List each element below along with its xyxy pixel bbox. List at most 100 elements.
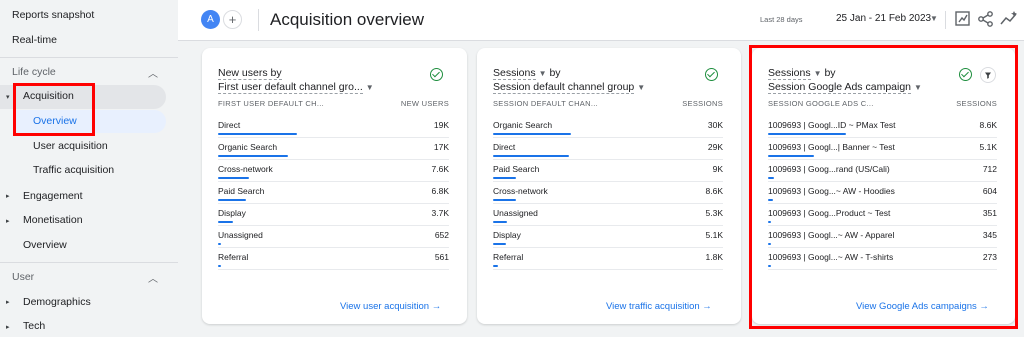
- demographics-expand-icon[interactable]: ▸: [6, 298, 10, 306]
- section-user: User: [12, 271, 35, 283]
- dropdown-icon: ▼: [637, 83, 646, 92]
- nav-user-acquisition[interactable]: User acquisition: [33, 140, 108, 152]
- row-value: 1.8K: [705, 252, 724, 262]
- acquisition-expand-icon[interactable]: ▾: [6, 93, 10, 101]
- row-proportion-bar: [493, 221, 508, 223]
- nav-traffic-acquisition[interactable]: Traffic acquisition: [33, 164, 114, 176]
- row-proportion-bar: [218, 199, 247, 201]
- table-row[interactable]: Referral 561: [218, 252, 449, 274]
- dropdown-icon: ▼: [365, 83, 374, 92]
- page-title: Acquisition overview: [270, 10, 425, 29]
- card-sessions-channel: Sessions ▼ by Session default channel gro…: [477, 48, 741, 324]
- customize-report-icon[interactable]: [954, 10, 972, 28]
- row-proportion-bar: [218, 155, 288, 157]
- row-value: 30K: [707, 120, 723, 130]
- table-row[interactable]: Unassigned 652: [218, 230, 449, 252]
- share-icon[interactable]: [977, 10, 995, 28]
- row-divider: [218, 225, 449, 226]
- row-label: Direct: [493, 142, 516, 152]
- avatar[interactable]: A: [201, 10, 220, 29]
- metric-selector[interactable]: Sessions: [493, 67, 536, 80]
- row-divider: [218, 203, 449, 204]
- row-value: 17K: [433, 142, 449, 152]
- column-header-metric[interactable]: SESSIONS: [682, 99, 723, 108]
- row-divider: [218, 137, 449, 138]
- view-traffic-acquisition-link[interactable]: View traffic acquisition →: [606, 301, 712, 312]
- column-header-metric[interactable]: NEW USERS: [401, 99, 449, 108]
- table-row[interactable]: Direct 29K: [493, 142, 723, 164]
- row-label: Organic Search: [218, 142, 278, 152]
- row-proportion-bar: [218, 243, 221, 245]
- table-row[interactable]: Organic Search 17K: [218, 142, 449, 164]
- row-divider: [493, 269, 723, 270]
- dimension-selector[interactable]: Session default channel group ▼: [493, 81, 646, 94]
- table-row[interactable]: Paid Search 6.8K: [218, 186, 449, 208]
- row-value: 561: [434, 252, 449, 262]
- table-row[interactable]: Display 3.7K: [218, 208, 449, 230]
- row-divider: [493, 159, 723, 160]
- table-row[interactable]: Cross-network 7.6K: [218, 164, 449, 186]
- nav-tech[interactable]: Tech: [23, 320, 45, 332]
- row-proportion-bar: [493, 155, 569, 157]
- column-header-dimension[interactable]: FIRST USER DEFAULT CH...: [218, 99, 324, 108]
- table-row[interactable]: Organic Search 30K: [493, 120, 723, 142]
- column-header-dimension[interactable]: SESSION DEFAULT CHAN...: [493, 99, 598, 108]
- row-value: 3.7K: [431, 208, 450, 218]
- row-label: Direct: [218, 120, 241, 130]
- row-divider: [218, 181, 449, 182]
- nav-monetisation[interactable]: Monetisation: [23, 214, 83, 226]
- check-icon: [705, 68, 718, 81]
- nav-realtime[interactable]: Real-time: [12, 34, 57, 46]
- row-proportion-bar: [493, 243, 507, 245]
- nav-reports-snapshot[interactable]: Reports snapshot: [12, 9, 94, 21]
- nav-engagement[interactable]: Engagement: [23, 190, 83, 202]
- row-value: 6.8K: [431, 186, 450, 196]
- card-title: New users by: [218, 67, 282, 80]
- date-range-picker[interactable]: 25 Jan - 21 Feb 2023: [836, 13, 931, 24]
- row-label: Cross-network: [493, 186, 548, 196]
- row-proportion-bar: [493, 177, 517, 179]
- row-value: 5.1K: [705, 230, 724, 240]
- sidebar: Reports snapshot Real-time Life cycle ︿ …: [0, 0, 178, 337]
- table-row[interactable]: Paid Search 9K: [493, 164, 723, 186]
- monetisation-expand-icon[interactable]: ▸: [6, 217, 10, 225]
- top-header: A + Acquisition overview Last 28 days 25…: [178, 0, 1024, 41]
- row-divider: [218, 269, 449, 270]
- row-label: Unassigned: [218, 230, 263, 240]
- dropdown-icon[interactable]: ▼: [539, 69, 547, 78]
- table-row[interactable]: Cross-network 8.6K: [493, 186, 723, 208]
- card-new-users: New users by First user default channel …: [202, 48, 467, 324]
- view-user-acquisition-link[interactable]: View user acquisition →: [340, 301, 441, 312]
- sidebar-divider: [0, 262, 178, 263]
- row-divider: [493, 247, 723, 248]
- collapse-lifecycle-icon[interactable]: ︿: [148, 65, 158, 80]
- check-icon: [430, 68, 443, 81]
- row-proportion-bar: [218, 265, 221, 267]
- row-proportion-bar: [218, 133, 297, 135]
- row-label: Paid Search: [218, 186, 265, 196]
- row-divider: [493, 137, 723, 138]
- row-label: Referral: [493, 252, 524, 262]
- add-comparison-button[interactable]: +: [223, 10, 242, 29]
- nav-demographics[interactable]: Demographics: [23, 296, 91, 308]
- highlight-box: [749, 45, 1018, 329]
- insights-icon[interactable]: [1000, 10, 1018, 28]
- row-proportion-bar: [493, 265, 498, 267]
- engagement-expand-icon[interactable]: ▸: [6, 192, 10, 200]
- table-row[interactable]: Display 5.1K: [493, 230, 723, 252]
- table-row[interactable]: Referral 1.8K: [493, 252, 723, 274]
- metric-selector[interactable]: New users by: [218, 67, 282, 80]
- row-divider: [218, 247, 449, 248]
- date-dropdown-icon[interactable]: ▼: [930, 14, 938, 23]
- row-proportion-bar: [493, 133, 572, 135]
- row-label: Organic Search: [493, 120, 553, 130]
- tech-expand-icon[interactable]: ▸: [6, 323, 10, 331]
- nav-overview[interactable]: Overview: [23, 239, 67, 251]
- table-row[interactable]: Direct 19K: [218, 120, 449, 142]
- table-row[interactable]: Unassigned 5.3K: [493, 208, 723, 230]
- collapse-user-icon[interactable]: ︿: [148, 270, 158, 285]
- row-proportion-bar: [218, 221, 233, 223]
- row-value: 29K: [707, 142, 723, 152]
- row-label: Display: [218, 208, 246, 218]
- dimension-selector[interactable]: First user default channel gro... ▼: [218, 81, 374, 94]
